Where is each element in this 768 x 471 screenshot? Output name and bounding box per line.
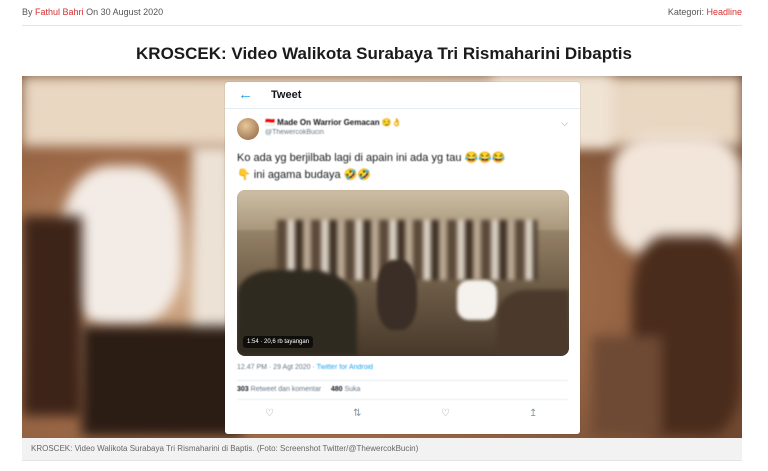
tweet-stats: 303 Retweet dan komentar 480 Suka [237, 380, 568, 400]
category-link[interactable]: Headline [706, 7, 742, 17]
arrow-left-icon[interactable]: ← [238, 86, 253, 103]
video-duration-badge: 1:54 · 20,6 rb tayangan [243, 336, 314, 348]
featured-image: ← Tweet 🇮🇩 Made On Warrior Gemacan 😏👌 @T… [22, 76, 742, 438]
tweet-text: Ko ada yg berjilbab lagi di apain ini ad… [237, 150, 567, 184]
tweet-header-title: Tweet [271, 89, 302, 101]
tweet-text-line: Ko ada yg berjilbab lagi di apain ini ad… [237, 152, 506, 164]
category-label: Kategori: [667, 7, 704, 17]
like-count: 480 [330, 386, 343, 393]
post-date: 30 August 2020 [100, 7, 164, 17]
tweet-actions: ♡ ⇅ ♡ ↥ [265, 408, 540, 422]
article-title: KROSCEK: Video Walikota Surabaya Tri Ris… [136, 44, 632, 63]
tweet-card: ← Tweet 🇮🇩 Made On Warrior Gemacan 😏👌 @T… [225, 82, 580, 434]
image-caption: KROSCEK: Video Walikota Surabaya Tri Ris… [31, 444, 419, 453]
tweet-user-handle[interactable]: @ThewercokBucin [265, 129, 324, 136]
like-icon[interactable]: ♡ [441, 408, 450, 419]
share-icon[interactable]: ↥ [529, 408, 537, 419]
category-info: Kategori: Headline [668, 7, 742, 17]
by-label: By [22, 7, 33, 17]
chevron-down-icon[interactable]: ⌵ [561, 118, 568, 129]
post-meta: By Fathul Bahri On 30 August 2020 Katego… [22, 6, 742, 20]
avatar[interactable] [237, 118, 259, 140]
tweet-header: ← Tweet [225, 82, 580, 109]
reply-icon[interactable]: ♡ [265, 408, 274, 419]
author-link[interactable]: Fathul Bahri [35, 7, 84, 17]
tweet-source-link[interactable]: Twitter for Android [317, 364, 373, 371]
meta-divider [22, 25, 742, 26]
tweet-time: 12.47 PM · 29 Agt 2020 · [237, 364, 315, 371]
image-caption-bar: KROSCEK: Video Walikota Surabaya Tri Ris… [22, 438, 742, 461]
tweet-user-name[interactable]: 🇮🇩 Made On Warrior Gemacan 😏👌 [265, 118, 402, 127]
byline: By Fathul Bahri On 30 August 2020 [22, 7, 163, 17]
tweet-timestamp: 12.47 PM · 29 Agt 2020 · Twitter for And… [237, 364, 373, 371]
tweet-video[interactable]: 1:54 · 20,6 rb tayangan [237, 190, 569, 356]
retweet-icon[interactable]: ⇅ [353, 408, 361, 419]
retweet-count: 303 [237, 386, 249, 393]
like-label[interactable]: Suka [344, 386, 360, 393]
tweet-text-line: 👇 ini agama budaya 🤣🤣 [237, 169, 372, 181]
retweet-label[interactable]: Retweet dan komentar [251, 386, 321, 393]
on-label: On [86, 7, 99, 17]
